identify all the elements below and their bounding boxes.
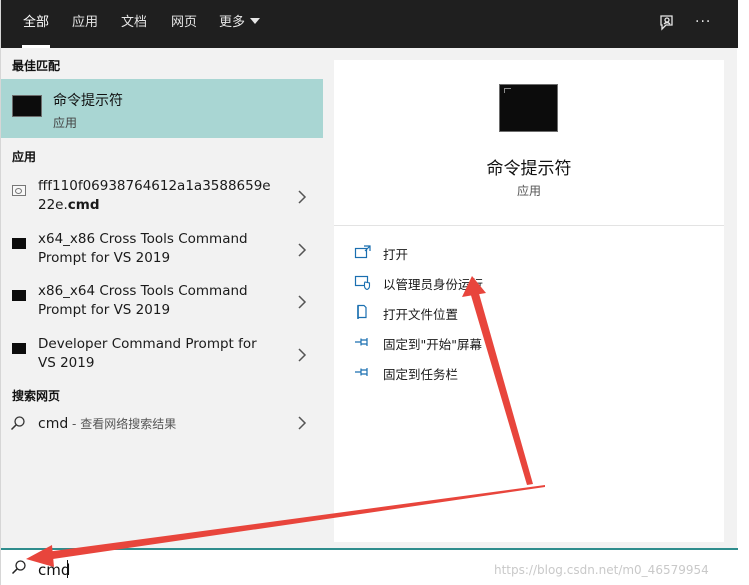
details-pane: 命令提示符 应用 打开 以管理员身份运行 打开文件位置 固定到"开始"屏幕 固定… <box>334 60 724 542</box>
top-bar: 全部 应用 文档 网页 更多 ··· <box>1 0 738 48</box>
list-item-label: fff110f06938764612a1a3588659e 22e.cmd <box>38 178 271 213</box>
chevron-right-icon[interactable] <box>297 416 307 430</box>
tab-web[interactable]: 网页 <box>171 0 197 48</box>
command-prompt-icon <box>12 238 26 249</box>
chevron-right-icon[interactable] <box>297 295 307 309</box>
chevron-right-icon[interactable] <box>297 243 307 257</box>
command-prompt-icon <box>12 343 26 354</box>
tab-documents[interactable]: 文档 <box>121 0 147 48</box>
file-location-icon <box>357 304 367 319</box>
best-match-name: 命令提示符 <box>53 93 123 109</box>
list-item[interactable]: x64_x86 Cross Tools Command Prompt for V… <box>1 230 323 278</box>
list-item-label: x64_x86 Cross Tools Command Prompt for V… <box>38 231 248 266</box>
results-pane: 最佳匹配 命令提示符 应用 应用 fff110f06938764612a1a35… <box>1 48 324 548</box>
best-match-item[interactable]: 命令提示符 应用 <box>1 79 323 138</box>
more-options-icon[interactable]: ··· <box>695 12 717 34</box>
command-prompt-icon <box>12 290 26 301</box>
details-title: 命令提示符 <box>486 159 572 179</box>
tab-more-label: 更多 <box>219 15 246 30</box>
run-as-admin-icon <box>354 275 371 290</box>
web-search-item[interactable]: cmd - 查看网络搜索结果 <box>1 412 323 440</box>
feedback-icon[interactable] <box>656 12 678 34</box>
tab-all[interactable]: 全部 <box>21 0 51 48</box>
search-input[interactable]: cmd <box>38 561 70 579</box>
open-file-location-action[interactable]: 打开文件位置 <box>354 302 614 324</box>
list-item-label: Developer Command Prompt for VS 2019 <box>38 336 257 371</box>
run-as-admin-action[interactable]: 以管理员身份运行 <box>354 272 614 294</box>
search-icon <box>10 416 25 431</box>
web-search-label: cmd - 查看网络搜索结果 <box>38 416 177 432</box>
web-search-heading: 搜索网页 <box>12 389 61 403</box>
pin-to-start-action[interactable]: 固定到"开始"屏幕 <box>354 332 614 354</box>
open-icon <box>354 245 371 259</box>
divider <box>334 225 724 226</box>
apps-heading: 应用 <box>12 150 37 164</box>
command-prompt-icon <box>12 95 42 117</box>
chevron-down-icon <box>250 18 261 24</box>
list-item-label: x86_x64 Cross Tools Command Prompt for V… <box>38 283 248 318</box>
open-action[interactable]: 打开 <box>354 242 614 264</box>
details-type: 应用 <box>516 184 541 198</box>
command-prompt-icon <box>499 84 558 132</box>
pin-to-taskbar-action[interactable]: 固定到任务栏 <box>354 362 614 384</box>
best-match-heading: 最佳匹配 <box>12 59 61 73</box>
chevron-right-icon[interactable] <box>297 190 307 204</box>
tab-apps[interactable]: 应用 <box>72 0 98 48</box>
search-icon <box>11 560 26 575</box>
list-item[interactable]: x86_x64 Cross Tools Command Prompt for V… <box>1 282 323 330</box>
list-item[interactable]: fff110f06938764612a1a3588659e 22e.cmd <box>1 177 323 225</box>
tab-more[interactable]: 更多 <box>219 0 261 48</box>
watermark: https://blog.csdn.net/m0_46579954 <box>494 563 709 577</box>
pin-icon <box>355 368 368 376</box>
best-match-type: 应用 <box>53 116 78 130</box>
search-window: 全部 应用 文档 网页 更多 ··· 最佳匹配 命令提示符 应用 应用 fff1 <box>0 0 738 585</box>
text-cursor <box>67 560 68 578</box>
pin-icon <box>355 338 368 346</box>
file-icon <box>12 185 26 196</box>
chevron-right-icon[interactable] <box>297 348 307 362</box>
list-item[interactable]: Developer Command Prompt for VS 2019 <box>1 335 323 383</box>
